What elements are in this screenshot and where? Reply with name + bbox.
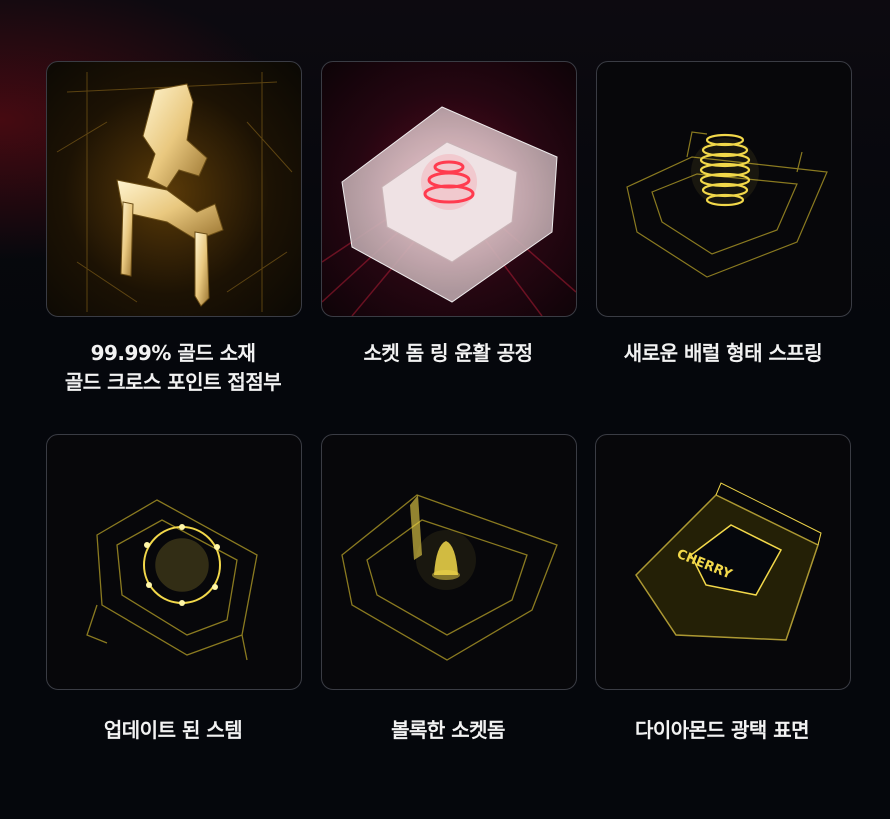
gold-contact-image bbox=[46, 61, 302, 317]
caption-housing: 다이아몬드 광택 표면 bbox=[582, 716, 862, 745]
stem-image bbox=[46, 434, 302, 690]
diamond-surface-housing-illustration: CHERRY bbox=[635, 482, 822, 641]
caption-line: 골드 크로스 포인트 접점부 bbox=[64, 370, 282, 394]
caption-line: 다이아몬드 광택 표면 bbox=[634, 718, 810, 742]
caption-socket-dome-lube: 소켓 돔 링 윤활 공정 bbox=[308, 339, 588, 368]
stem-illustration bbox=[86, 499, 258, 661]
barrel-spring-illustration bbox=[626, 131, 828, 278]
caption-line: 업데이트 된 스템 bbox=[103, 718, 243, 742]
convex-socket-dome-illustration bbox=[341, 494, 558, 661]
socket-dome-image bbox=[321, 434, 577, 690]
caption-spring: 새로운 배럴 형태 스프링 bbox=[583, 339, 863, 368]
housing-image: CHERRY bbox=[595, 434, 851, 690]
gold-contact-illustration bbox=[56, 72, 293, 312]
caption-line: 볼록한 소켓돔 bbox=[391, 718, 505, 742]
caption-line: 99.99% 골드 소재 bbox=[90, 341, 256, 365]
caption-stem: 업데이트 된 스템 bbox=[33, 716, 313, 745]
socket-dome-lube-image bbox=[321, 61, 577, 317]
caption-line: 새로운 배럴 형태 스프링 bbox=[623, 341, 823, 365]
socket-dome-ring-illustration bbox=[322, 106, 576, 316]
spring-image bbox=[596, 61, 852, 317]
caption-line: 소켓 돔 링 윤활 공정 bbox=[363, 341, 533, 365]
caption-socket-dome: 볼록한 소켓돔 bbox=[308, 716, 588, 745]
caption-gold-contact: 99.99% 골드 소재 골드 크로스 포인트 접점부 bbox=[33, 339, 313, 397]
